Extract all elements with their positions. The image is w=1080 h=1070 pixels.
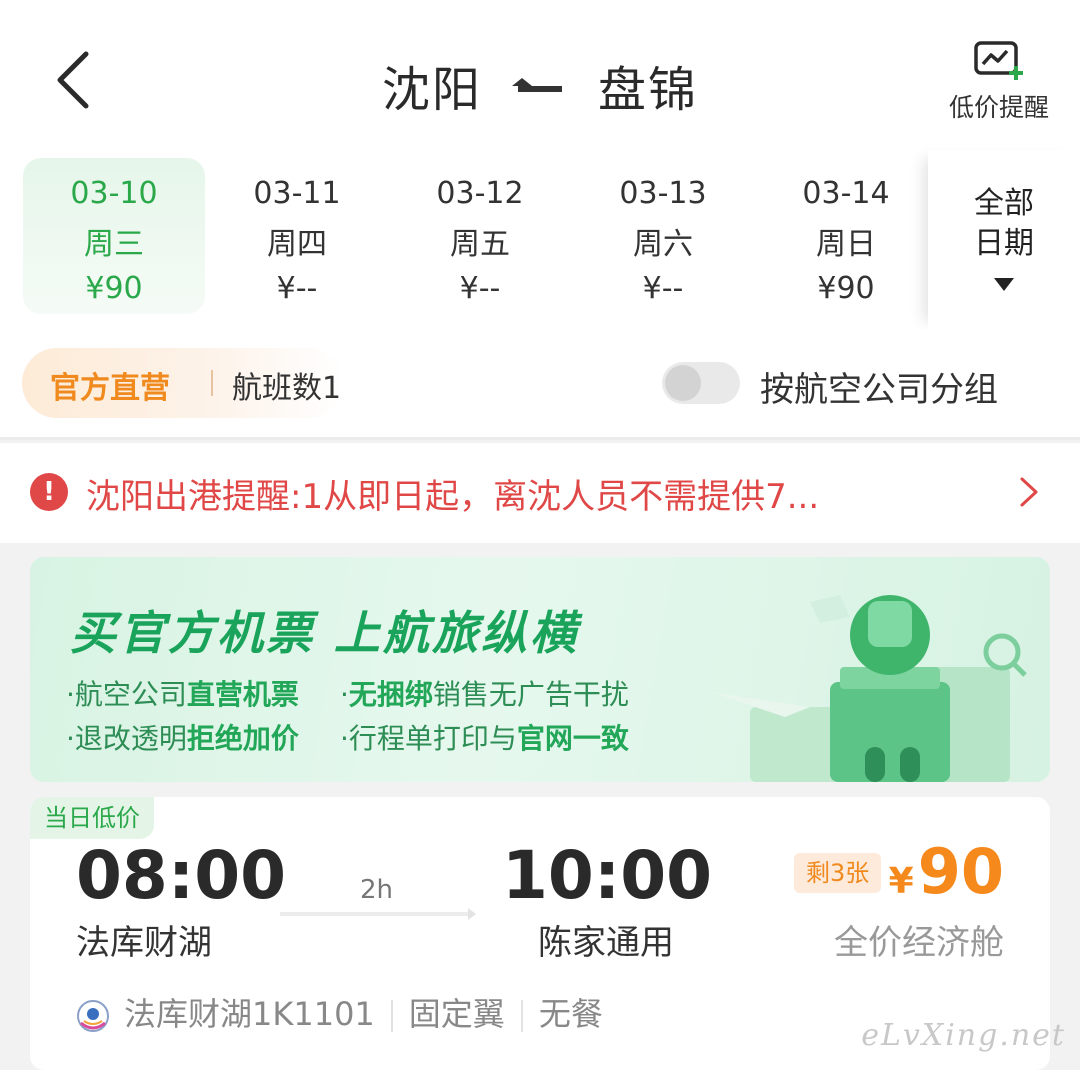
date-selector: 03-10 周三 ¥90 03-11 周四 ¥-- 03-12 周五 ¥-- 0… [0,150,1080,330]
date-option[interactable]: 03-10 周三 ¥90 [23,158,205,314]
weekday-label: 周四 [267,227,327,262]
date-label: 03-10 [70,176,158,211]
promo-banner[interactable]: 买官方机票 上航旅纵横 ·航空公司直营机票 ·无捆绑销售无广告干扰 ·退改透明拒… [30,557,1050,782]
group-by-airline-toggle[interactable] [662,362,740,404]
chip-divider [211,370,213,396]
meal-info: 无餐 [538,995,603,1033]
currency-symbol: ¥ [888,861,914,902]
date-label: 03-12 [436,176,524,211]
notice-text: 沈阳出港提醒:1从即日起，离沈人员不需提供7... [86,477,820,517]
cabin-class: 全价经济舱 [834,923,1004,963]
flight-meta: 法库财湖1K1101 固定翼 无餐 [76,989,603,1035]
date-label: 03-13 [619,176,707,211]
date-option[interactable]: 03-12 周五 ¥-- [389,158,571,314]
departure-time: 08:00 [76,837,287,914]
all-dates-label-2: 日期 [974,226,1034,261]
date-price: ¥-- [276,271,318,306]
all-dates-button[interactable]: 全部 日期 [928,150,1080,330]
date-label: 03-14 [802,176,890,211]
date-option[interactable]: 03-14 周日 ¥90 [755,158,937,314]
date-option[interactable]: 03-13 周六 ¥-- [572,158,754,314]
destination-city: 盘锦 [598,62,699,118]
meta-divider [520,1000,523,1032]
route-title: 沈阳 盘锦 [0,50,1080,120]
weekday-label: 周五 [450,227,510,262]
airline-logo-icon [77,1000,109,1032]
toggle-knob [665,365,701,401]
departure-notice[interactable]: ! 沈阳出港提醒:1从即日起，离沈人员不需提供7... [0,443,1080,543]
aircraft-type: 固定翼 [408,995,505,1033]
dropdown-triangle-icon [994,278,1014,291]
group-by-airline-label: 按航空公司分组 [760,370,998,410]
date-label: 03-11 [253,176,341,211]
date-option[interactable]: 03-11 周四 ¥-- [206,158,388,314]
banner-title: 买官方机票 上航旅纵横 [70,606,580,660]
date-price: ¥-- [459,271,501,306]
banner-feature: ·无捆绑销售无广告干扰 [340,678,629,711]
lowest-price-tag: 当日低价 [30,797,154,839]
low-price-alert-button[interactable]: 低价提醒 [944,40,1054,124]
arrival-time: 10:00 [502,837,713,914]
watermark: eLvXing.net [861,1018,1066,1053]
all-dates-label-1: 全部 [974,186,1034,221]
seats-left-badge: 剩3张 [794,853,882,893]
origin-city: 沈阳 [381,62,482,118]
banner-feature: ·行程单打印与官网一致 [340,722,629,755]
date-price: ¥-- [642,271,684,306]
weekday-label: 周六 [633,227,693,262]
flight-price: ¥90 [889,835,1004,908]
price-chart-plus-icon [974,41,1023,80]
top-bar: 沈阳 盘锦 低价提醒 [0,0,1080,150]
chevron-right-icon [1020,477,1038,507]
date-price: ¥90 [85,271,143,306]
meta-divider [390,1000,393,1032]
duration-arrow-line [280,908,476,920]
weekday-label: 周三 [84,227,144,262]
departure-airport: 法库财湖 [76,923,212,963]
filter-row: 官方直营 航班数1 按航空公司分组 [0,330,1080,440]
flight-number: 法库财湖1K1101 [124,995,375,1033]
flight-count-label: 航班数1 [232,371,342,406]
date-price: ¥90 [817,271,875,306]
banner-feature: ·退改透明拒绝加价 [66,722,299,755]
flight-duration: 2h [360,875,394,905]
banner-building-illustration [710,595,1027,782]
alert-exclamation-icon: ! [30,473,68,511]
price-value: 90 [917,835,1004,908]
arrival-airport: 陈家通用 [538,923,674,963]
official-direct-label: 官方直营 [50,371,170,406]
banner-feature: ·航空公司直营机票 [66,678,299,711]
official-direct-chip[interactable]: 官方直营 航班数1 [22,348,344,418]
weekday-label: 周日 [816,227,876,262]
route-arrow-icon [518,86,562,92]
low-price-alert-label: 低价提醒 [948,93,1049,122]
